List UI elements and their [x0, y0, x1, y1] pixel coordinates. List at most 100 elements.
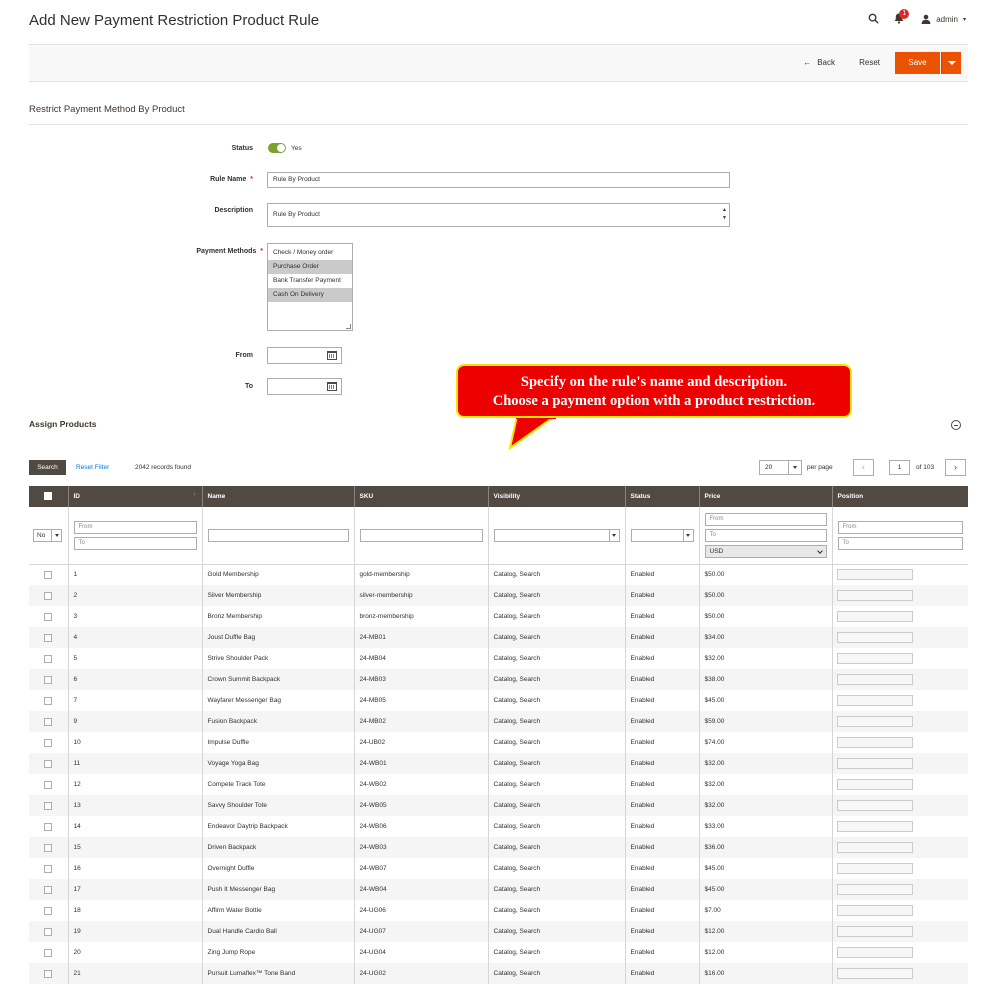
row-checkbox[interactable] — [44, 738, 52, 747]
in-products-filter-select[interactable]: No — [33, 528, 62, 542]
calendar-icon[interactable] — [327, 351, 337, 360]
row-position-cell[interactable] — [832, 795, 968, 816]
position-input[interactable] — [836, 842, 913, 853]
row-checkbox[interactable] — [44, 864, 52, 873]
position-input[interactable] — [836, 674, 913, 685]
row-position-cell[interactable] — [832, 858, 968, 879]
position-input[interactable] — [836, 926, 913, 937]
row-checkbox[interactable] — [44, 948, 52, 957]
row-select-cell[interactable] — [29, 774, 69, 795]
status-toggle[interactable] — [268, 143, 286, 153]
row-checkbox[interactable] — [44, 969, 52, 978]
position-input[interactable] — [836, 800, 913, 811]
row-checkbox[interactable] — [44, 570, 52, 579]
row-position-cell[interactable] — [832, 774, 968, 795]
position-input[interactable] — [836, 821, 913, 832]
row-select-cell[interactable] — [29, 606, 69, 627]
column-header-status[interactable]: Status — [625, 486, 700, 507]
table-row[interactable]: 4 Joust Duffle Bag 24-MB01 Catalog, Search E… — [29, 627, 968, 648]
select-all-header[interactable] — [29, 486, 69, 507]
table-row[interactable]: 20 Zing Jump Rope 24-UG04 Catalog, Search En… — [29, 942, 968, 963]
position-input[interactable] — [836, 779, 913, 790]
row-checkbox[interactable] — [44, 612, 52, 621]
row-select-cell[interactable] — [29, 942, 69, 963]
payment-option-purchase-order[interactable]: Purchase Order — [268, 260, 352, 274]
row-checkbox[interactable] — [44, 906, 52, 915]
row-checkbox[interactable] — [44, 885, 52, 894]
row-select-cell[interactable] — [29, 795, 69, 816]
row-select-cell[interactable] — [29, 732, 69, 753]
table-row[interactable]: 15 Driven Backpack 24-WB03 Catalog, Search E… — [29, 837, 968, 858]
row-select-cell[interactable] — [29, 816, 69, 837]
row-position-cell[interactable] — [832, 711, 968, 732]
row-position-cell[interactable] — [832, 669, 968, 690]
row-select-cell[interactable] — [29, 564, 69, 585]
row-checkbox[interactable] — [44, 633, 52, 642]
row-checkbox[interactable] — [44, 801, 52, 810]
row-select-cell[interactable] — [29, 669, 69, 690]
row-position-cell[interactable] — [832, 921, 968, 942]
position-input[interactable] — [836, 716, 913, 727]
next-page-button[interactable]: › — [945, 459, 966, 476]
back-button[interactable]: ← Back — [803, 58, 835, 67]
reset-filter-link[interactable]: Reset Filter — [76, 464, 109, 471]
calendar-icon[interactable] — [327, 382, 337, 391]
position-input[interactable] — [836, 569, 913, 581]
column-header-name[interactable]: Name — [202, 486, 355, 507]
row-checkbox[interactable] — [44, 654, 52, 663]
search-icon[interactable] — [868, 13, 879, 26]
table-row[interactable]: 14 Endeavor Daytrip Backpack 24-WB06 Catalo… — [29, 816, 968, 837]
table-row[interactable]: 12 Compete Track Tote 24-WB02 Catalog, Sear… — [29, 774, 968, 795]
price-to-filter[interactable]: To — [704, 528, 827, 542]
row-position-cell[interactable] — [832, 627, 968, 648]
position-to-filter[interactable]: To — [837, 536, 963, 550]
textarea-scroll-arrows[interactable]: ▲ ▼ — [722, 206, 727, 222]
row-select-cell[interactable] — [29, 627, 69, 648]
payment-option-check-money-order[interactable]: Check / Money order — [268, 246, 352, 260]
from-date-input[interactable] — [267, 347, 342, 364]
row-select-cell[interactable] — [29, 690, 69, 711]
row-select-cell[interactable] — [29, 753, 69, 774]
position-input[interactable] — [836, 905, 913, 916]
row-checkbox[interactable] — [44, 696, 52, 705]
table-row[interactable]: 17 Push It Messenger Bag 24-WB04 Catalog, S… — [29, 879, 968, 900]
row-checkbox[interactable] — [44, 675, 52, 684]
table-row[interactable]: 6 Crown Summit Backpack 24-MB03 Catalog, Se… — [29, 669, 968, 690]
row-position-cell[interactable] — [832, 648, 968, 669]
row-select-cell[interactable] — [29, 837, 69, 858]
row-position-cell[interactable] — [832, 816, 968, 837]
per-page-select[interactable]: 20 — [759, 460, 802, 475]
row-position-cell[interactable] — [832, 690, 968, 711]
row-position-cell[interactable] — [832, 879, 968, 900]
row-position-cell[interactable] — [832, 837, 968, 858]
table-row[interactable]: 9 Fusion Backpack 24-MB02 Catalog, Search En… — [29, 711, 968, 732]
table-row[interactable]: 2 Silver Membership silver-membership Catal… — [29, 585, 968, 606]
column-header-position[interactable]: Position — [832, 486, 968, 507]
resize-grip-icon[interactable] — [346, 324, 351, 329]
row-select-cell[interactable] — [29, 648, 69, 669]
row-checkbox[interactable] — [44, 759, 52, 768]
sku-filter-input[interactable] — [359, 528, 483, 542]
save-button[interactable]: Save — [895, 52, 940, 74]
row-checkbox[interactable] — [44, 591, 52, 600]
save-options-toggle[interactable] — [941, 52, 961, 74]
column-header-price[interactable]: Price — [699, 486, 833, 507]
row-position-cell[interactable] — [832, 585, 968, 606]
column-header-id[interactable]: ID ↑ — [68, 486, 203, 507]
row-position-cell[interactable] — [832, 900, 968, 921]
row-select-cell[interactable] — [29, 879, 69, 900]
row-select-cell[interactable] — [29, 585, 69, 606]
row-position-cell[interactable] — [832, 963, 968, 984]
row-checkbox[interactable] — [44, 780, 52, 789]
position-input[interactable] — [836, 611, 913, 622]
id-to-filter[interactable]: To — [73, 536, 197, 550]
column-header-sku[interactable]: SKU — [354, 486, 489, 507]
payment-option-bank-transfer[interactable]: Bank Transfer Payment — [268, 274, 352, 288]
position-input[interactable] — [836, 863, 913, 874]
position-input[interactable] — [836, 968, 913, 979]
table-row[interactable]: 16 Overnight Duffle 24-WB07 Catalog, Search… — [29, 858, 968, 879]
position-input[interactable] — [836, 737, 913, 748]
table-row[interactable]: 5 Strive Shoulder Pack 24-MB04 Catalog, Sea… — [29, 648, 968, 669]
select-all-checkbox[interactable] — [44, 491, 52, 500]
admin-user-menu[interactable]: admin ▾ — [921, 14, 966, 24]
